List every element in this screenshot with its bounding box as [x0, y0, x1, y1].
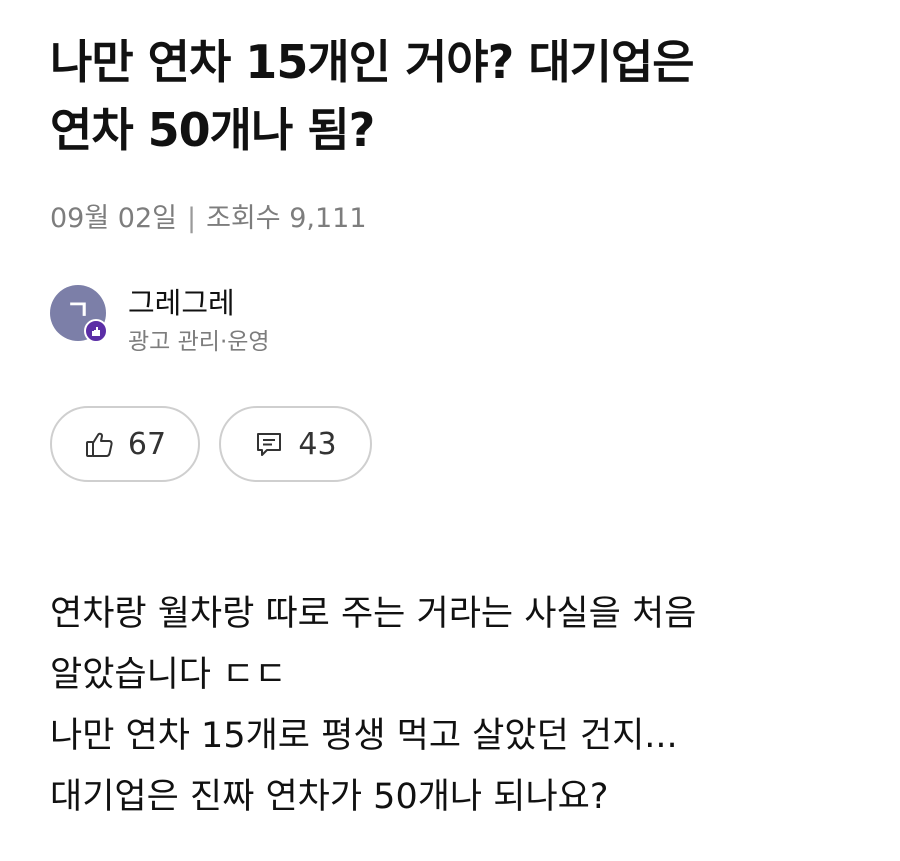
comment-button[interactable]: 43: [219, 406, 372, 482]
body-line: 대기업은 진짜 연차가 50개나 되나요?: [50, 777, 609, 817]
body-line: 알았습니다 ㄷㄷ: [50, 655, 287, 695]
post-meta: 09월 02일 | 조회수 9,111: [50, 199, 367, 239]
author-block[interactable]: ㄱ 그레그레 광고 관리·운영: [50, 283, 450, 355]
author-name[interactable]: 그레그레: [128, 283, 235, 323]
author-role: 광고 관리·운영: [128, 329, 270, 355]
thumbs-up-icon: [84, 429, 114, 459]
comment-icon: [254, 429, 284, 459]
body-line: 연차랑 월차랑 따로 주는 거라는 사실을 처음: [50, 594, 697, 634]
like-count: 67: [127, 426, 167, 462]
post-title-line-1: 나만 연차 15개인 거야? 대기업은: [50, 35, 695, 89]
view-count: 조회수 9,111: [206, 203, 367, 234]
comment-count: 43: [298, 426, 337, 462]
meta-separator: |: [186, 203, 197, 234]
verified-badge-icon: [84, 319, 108, 343]
body-line: 나만 연차 15개로 평생 먹고 살았던 건지...: [50, 716, 678, 756]
post-title: 나만 연차 15개인 거야? 대기업은 연차 50개나 됨?: [50, 28, 850, 164]
post-body: 연차랑 월차랑 따로 주는 거라는 사실을 처음 알았습니다 ㄷㄷ 나만 연차 …: [50, 584, 870, 828]
avatar-initial: ㄱ: [66, 296, 90, 326]
post-title-line-2: 연차 50개나 됨?: [50, 103, 375, 157]
post-date: 09월 02일: [50, 203, 177, 234]
like-button[interactable]: 67: [50, 406, 200, 482]
